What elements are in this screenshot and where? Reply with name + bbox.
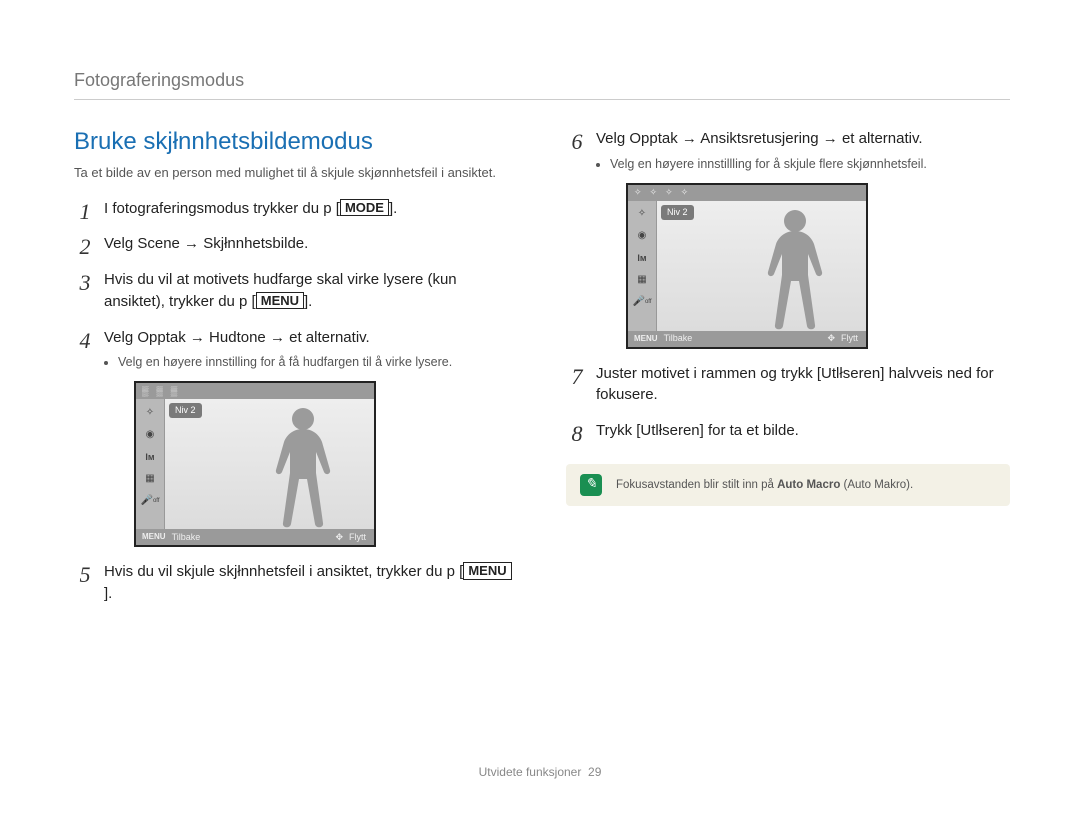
level-pill: Niv 2 — [169, 403, 202, 418]
exposure-icon: ✧ — [141, 405, 159, 421]
footer-section: Utvidete funksjoner — [479, 765, 582, 779]
info-icon: ✎ — [580, 474, 602, 496]
page-title: Bruke skjłnnhetsbildemodus — [74, 128, 518, 156]
menu-key-icon: MENU — [142, 531, 166, 543]
step-4-sub-item: Velg en høyere innstilling for å få hudf… — [118, 354, 518, 371]
lcd-preview-skintone: ▒ ▒ ▒ ✧ ◉ Iм ▦ 🎤off — [134, 381, 376, 547]
step-text: Velg Scene → Skjłnnhetsbilde. — [104, 235, 308, 252]
retouch-level-icon: ✧ — [665, 186, 675, 199]
menu-button-label: MENU — [256, 292, 304, 310]
back-label: Tilbake — [172, 531, 201, 544]
steps-left: I fotograferingsmodus trykker du p [MODE… — [74, 198, 518, 605]
mic-off-icon: 🎤off — [141, 493, 159, 509]
step-1: I fotograferingsmodus trykker du p [MODE… — [74, 198, 518, 220]
face-level-icon: ▒ — [142, 385, 150, 398]
step-text: Juster motivet i rammen og trykk [Utlłse… — [596, 365, 994, 404]
focus-icon: ◉ — [633, 229, 651, 245]
retouch-level-icon: ✧ — [634, 186, 644, 199]
size-icon: Iм — [633, 251, 651, 267]
lcd-canvas: Niv 2 — [165, 399, 374, 529]
footer-page-number: 29 — [588, 765, 601, 779]
lcd-topbar: ▒ ▒ ▒ — [136, 383, 374, 399]
step-text-post: ]. — [389, 200, 397, 217]
back-label: Tilbake — [664, 332, 693, 345]
step-4: Velg Opptak → Hudtone → et alternativ. V… — [74, 327, 518, 548]
step-text: I fotograferingsmodus trykker du p [ — [104, 200, 340, 217]
step-2: Velg Scene → Skjłnnhetsbilde. — [74, 233, 518, 255]
exposure-icon: ✧ — [633, 207, 651, 223]
lcd-sidebar: ✧ ◉ Iм ▦ 🎤off — [136, 399, 165, 529]
step-text-post: ]. — [104, 585, 112, 602]
step-text-post: ]. — [304, 293, 312, 310]
lcd-canvas: Niv 2 — [657, 201, 866, 331]
info-text-bold: Auto Macro — [777, 479, 840, 491]
menu-key-icon: MENU — [634, 333, 658, 345]
dpad-icon: ✥ — [827, 332, 835, 345]
step-text: Velg Opptak → Ansiktsretusjering → et al… — [596, 130, 923, 147]
lcd-topbar: ✧ ✧ ✧ ✧ — [628, 185, 866, 201]
person-silhouette-icon — [756, 207, 834, 331]
menu-button-label: MENU — [463, 562, 511, 580]
retouch-level-icon: ✧ — [681, 186, 691, 199]
lcd-sidebar: ✧ ◉ Iм ▦ 🎤off — [628, 201, 657, 331]
face-level-icon: ▒ — [171, 385, 179, 398]
lcd-preview-retouch: ✧ ✧ ✧ ✧ ✧ ◉ Iм ▦ 🎤off — [626, 183, 868, 349]
mic-off-icon: 🎤off — [633, 295, 651, 311]
grid-icon: ▦ — [633, 273, 651, 289]
grid-icon: ▦ — [141, 471, 159, 487]
step-text: Trykk [Utlłseren] for ta et bilde. — [596, 422, 799, 439]
step-8: Trykk [Utlłseren] for ta et bilde. — [566, 420, 1010, 442]
step-4-sub: Velg en høyere innstilling for å få hudf… — [104, 354, 518, 371]
mode-button-label: MODE — [340, 199, 389, 217]
move-label: Flytt — [841, 332, 858, 345]
step-7: Juster motivet i rammen og trykk [Utlłse… — [566, 363, 1010, 407]
info-text: Fokusavstanden blir stilt inn på Auto Ma… — [616, 479, 913, 491]
content-columns: Bruke skjłnnhetsbildemodus Ta et bilde a… — [74, 128, 1010, 619]
size-icon: Iм — [141, 449, 159, 465]
step-5: Hvis du vil skjule skjłnnhetsfeil i ansi… — [74, 561, 518, 605]
steps-right: Velg Opptak → Ansiktsretusjering → et al… — [566, 128, 1010, 442]
left-column: Bruke skjłnnhetsbildemodus Ta et bilde a… — [74, 128, 518, 619]
dpad-icon: ✥ — [335, 531, 343, 544]
page-footer: Utvidete funksjoner 29 — [0, 765, 1080, 779]
lcd-statusbar: MENU Tilbake ✥ Flytt — [136, 529, 374, 545]
level-pill: Niv 2 — [661, 205, 694, 220]
focus-icon: ◉ — [141, 427, 159, 443]
retouch-level-icon: ✧ — [650, 186, 660, 199]
info-text-pre: Fokusavstanden blir stilt inn på — [616, 479, 777, 491]
lcd-statusbar: MENU Tilbake ✥ Flytt — [628, 331, 866, 347]
info-callout: ✎ Fokusavstanden blir stilt inn på Auto … — [566, 464, 1010, 506]
info-text-post: (Auto Makro). — [840, 479, 913, 491]
face-level-icon: ▒ — [156, 385, 164, 398]
step-text: Velg Opptak → Hudtone → et alternativ. — [104, 329, 370, 346]
lead-text: Ta et bilde av en person med mulighet ti… — [74, 164, 518, 182]
step-6: Velg Opptak → Ansiktsretusjering → et al… — [566, 128, 1010, 349]
step-3: Hvis du vil at motivets hudfarge skal vi… — [74, 269, 518, 313]
step-6-sub: Velg en høyere innstillling for å skjule… — [596, 156, 1010, 173]
move-label: Flytt — [349, 531, 366, 544]
step-text: Hvis du vil skjule skjłnnhetsfeil i ansi… — [104, 563, 463, 580]
person-silhouette-icon — [264, 405, 342, 529]
step-6-sub-item: Velg en høyere innstillling for å skjule… — [610, 156, 1010, 173]
right-column: Velg Opptak → Ansiktsretusjering → et al… — [566, 128, 1010, 619]
manual-page: Fotograferingsmodus Bruke skjłnnhetsbild… — [0, 0, 1080, 815]
breadcrumb: Fotograferingsmodus — [74, 70, 1010, 100]
